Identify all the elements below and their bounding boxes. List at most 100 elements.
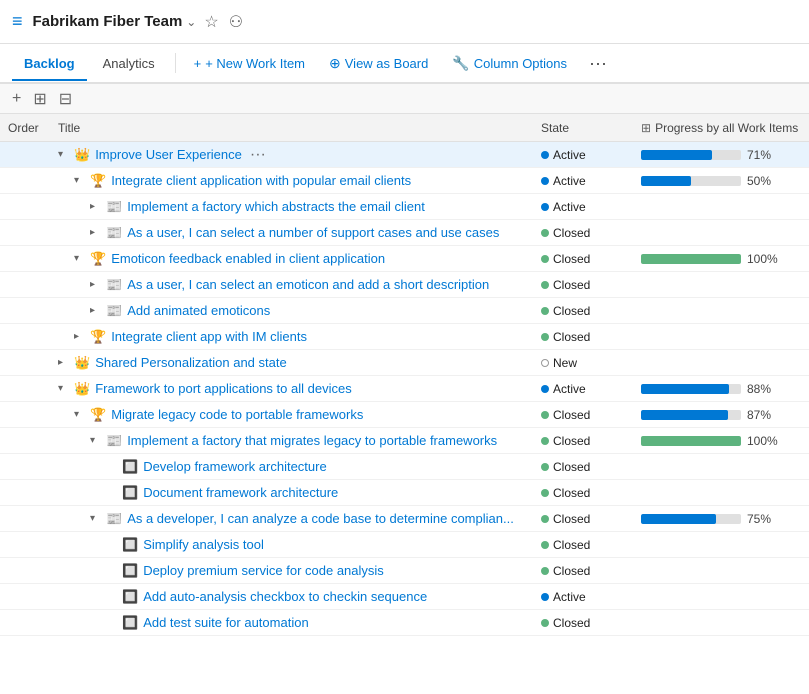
item-title-text[interactable]: Deploy premium service for code analysis xyxy=(143,563,384,578)
item-state-cell: Active xyxy=(541,382,641,396)
item-title-text[interactable]: Add auto-analysis checkbox to checkin se… xyxy=(143,589,427,604)
table-row[interactable]: ▾ 👑 Framework to port applications to all … xyxy=(0,376,809,402)
item-title-text[interactable]: As a user, I can select a number of supp… xyxy=(127,225,499,240)
table-row[interactable]: ▾ 📰 Implement a factory that migrates lega… xyxy=(0,428,809,454)
state-label: Closed xyxy=(553,330,590,344)
item-progress-cell: 100% xyxy=(641,434,801,448)
item-title-text[interactable]: As a user, I can select an emoticon and … xyxy=(127,277,489,292)
state-label: Closed xyxy=(553,538,590,552)
state-dot-icon xyxy=(541,177,549,185)
expand-chevron-icon[interactable]: ▾ xyxy=(74,253,86,264)
progress-bar-bg xyxy=(641,176,741,186)
item-title-text[interactable]: Simplify analysis tool xyxy=(143,537,264,552)
collapse-button[interactable]: ⊟ xyxy=(55,87,76,111)
epic-icon: 👑 xyxy=(74,381,90,397)
item-title-cell: ▾ 🏆 Emoticon feedback enabled in client ap… xyxy=(58,251,541,267)
expand-chevron-icon[interactable]: ▸ xyxy=(90,201,102,212)
table-row[interactable]: 🔲Add test suite for automationClosed xyxy=(0,610,809,636)
table-row[interactable]: ▸👑Shared Personalization and stateNew xyxy=(0,350,809,376)
progress-bar-bg xyxy=(641,514,741,524)
table-row[interactable]: 🔲Deploy premium service for code analysi… xyxy=(0,558,809,584)
more-options-button[interactable]: ··· xyxy=(581,49,615,78)
state-label: Active xyxy=(553,148,586,162)
people-icon[interactable]: ⚇ xyxy=(229,12,243,32)
table-row[interactable]: ▸📰As a user, I can select an emoticon an… xyxy=(0,272,809,298)
new-work-item-button[interactable]: + + New Work Item xyxy=(184,50,315,77)
expand-chevron-icon[interactable]: ▸ xyxy=(90,279,102,290)
item-title-text[interactable]: Emoticon feedback enabled in client appl… xyxy=(111,251,385,266)
state-label: Closed xyxy=(553,408,590,422)
item-title-text[interactable]: Migrate legacy code to portable framewor… xyxy=(111,407,363,422)
state-dot-icon xyxy=(541,541,549,549)
hamburger-icon[interactable]: ≡ xyxy=(12,11,23,32)
top-icons: ☆ ⚇ xyxy=(204,12,243,32)
table-row[interactable]: ▸ 📰 Add animated emoticons Closed xyxy=(0,298,809,324)
star-icon[interactable]: ☆ xyxy=(204,12,218,32)
state-label: Active xyxy=(553,174,586,188)
expand-chevron-icon[interactable]: ▾ xyxy=(58,383,70,394)
expand-chevron-icon[interactable]: ▾ xyxy=(74,409,86,420)
story-icon: 📰 xyxy=(106,433,122,449)
progress-bar-fill xyxy=(641,436,741,446)
feature-icon: 🏆 xyxy=(90,251,106,267)
expand-button[interactable]: ⊞ xyxy=(29,87,50,111)
table-row[interactable]: ▾🏆Migrate legacy code to portable framew… xyxy=(0,402,809,428)
table-row[interactable]: 🔲Add auto-analysis checkbox to checkin s… xyxy=(0,584,809,610)
expand-chevron-icon[interactable]: ▾ xyxy=(90,435,102,446)
item-title-text[interactable]: Document framework architecture xyxy=(143,485,338,500)
item-title-text[interactable]: Add test suite for automation xyxy=(143,615,308,630)
expand-chevron-icon[interactable]: ▾ xyxy=(58,149,70,160)
expand-chevron-icon[interactable]: ▸ xyxy=(90,227,102,238)
item-title-text[interactable]: Implement a factory which abstracts the … xyxy=(127,199,425,214)
expand-chevron-icon[interactable]: ▸ xyxy=(74,331,86,342)
view-as-board-button[interactable]: ⊕ View as Board xyxy=(319,49,438,78)
item-title-cell: ▾ 👑 Framework to port applications to all … xyxy=(58,381,541,397)
item-state-cell: Closed xyxy=(541,408,641,422)
item-title-cell: ▸📰As a user, I can select an emoticon an… xyxy=(58,277,541,293)
expand-chevron-icon[interactable]: ▸ xyxy=(58,357,70,368)
feature-icon: 🏆 xyxy=(90,173,106,189)
table-row[interactable]: ▸📰As a user, I can select a number of su… xyxy=(0,220,809,246)
tab-backlog[interactable]: Backlog xyxy=(12,48,87,81)
item-state-cell: Active xyxy=(541,148,641,162)
item-title-cell: ▾ 🏆 Integrate client application with popu… xyxy=(58,173,541,189)
item-title-text[interactable]: Improve User Experience xyxy=(95,147,242,162)
table-row[interactable]: 🔲Document framework architectureClosed xyxy=(0,480,809,506)
expand-chevron-icon[interactable]: ▾ xyxy=(90,513,102,524)
progress-col-icon: ⊞ xyxy=(641,121,651,135)
item-title-text[interactable]: Implement a factory that migrates legacy… xyxy=(127,433,497,448)
item-title-text[interactable]: As a developer, I can analyze a code bas… xyxy=(127,511,514,526)
item-title-text[interactable]: Develop framework architecture xyxy=(143,459,327,474)
story-icon: 📰 xyxy=(106,303,122,319)
tab-analytics[interactable]: Analytics xyxy=(91,48,167,81)
item-title-text[interactable]: Framework to port applications to all de… xyxy=(95,381,352,396)
expand-chevron-icon[interactable]: ▾ xyxy=(74,175,86,186)
items-container: ▾👑Improve User Experience···Active71%▾🏆I… xyxy=(0,142,809,694)
item-title-text[interactable]: Integrate client app with IM clients xyxy=(111,329,307,344)
expand-chevron-icon[interactable]: ▸ xyxy=(90,305,102,316)
item-title-cell: ▸ 📰 Add animated emoticons xyxy=(58,303,541,319)
add-row-button[interactable]: + xyxy=(8,88,25,110)
item-state-cell: Closed xyxy=(541,304,641,318)
table-row[interactable]: ▾👑Improve User Experience···Active71% xyxy=(0,142,809,168)
progress-bar-fill xyxy=(641,176,691,186)
item-title-text[interactable]: Shared Personalization and state xyxy=(95,355,287,370)
item-title-text[interactable]: Integrate client application with popula… xyxy=(111,173,411,188)
item-state-cell: New xyxy=(541,356,641,370)
table-row[interactable]: ▸📰Implement a factory which abstracts th… xyxy=(0,194,809,220)
item-context-menu-icon[interactable]: ··· xyxy=(250,146,266,164)
item-state-cell: Active xyxy=(541,174,641,188)
column-options-button[interactable]: 🔧 Column Options xyxy=(442,49,577,78)
table-row[interactable]: ▸🏆Integrate client app with IM clientsCl… xyxy=(0,324,809,350)
state-label: Closed xyxy=(553,278,590,292)
state-dot-icon xyxy=(541,489,549,497)
team-chevron-icon[interactable]: ⌄ xyxy=(186,15,196,29)
task-icon: 🔲 xyxy=(122,537,138,553)
item-title-text[interactable]: Add animated emoticons xyxy=(127,303,270,318)
table-row[interactable]: ▾ 🏆 Emoticon feedback enabled in client ap… xyxy=(0,246,809,272)
table-row[interactable]: 🔲Develop framework architectureClosed xyxy=(0,454,809,480)
item-state-cell: Active xyxy=(541,200,641,214)
table-row[interactable]: ▾📰As a developer, I can analyze a code b… xyxy=(0,506,809,532)
table-row[interactable]: 🔲 Simplify analysis tool Closed xyxy=(0,532,809,558)
table-row[interactable]: ▾ 🏆 Integrate client application with popu… xyxy=(0,168,809,194)
